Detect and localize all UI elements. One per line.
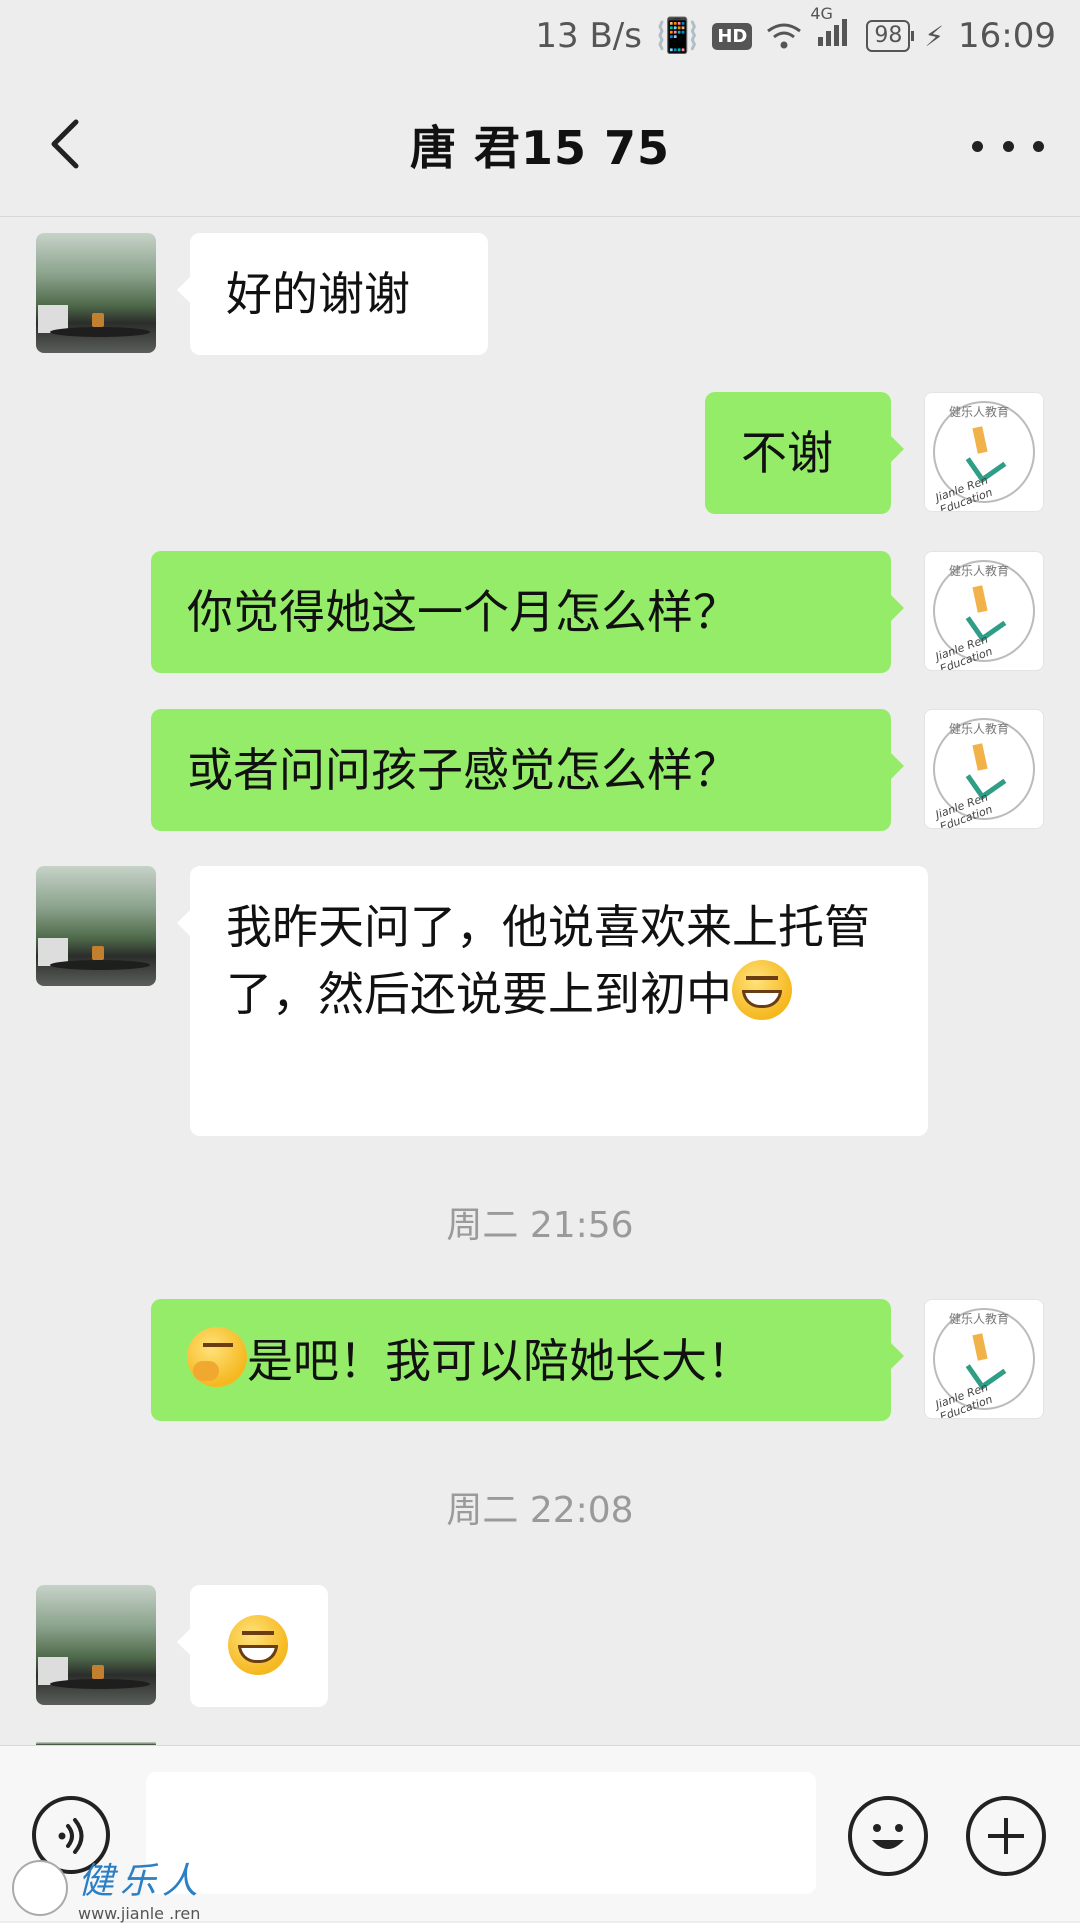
timestamp: 周二 21:56: [446, 1205, 634, 1246]
charging-icon: ⚡: [924, 19, 945, 53]
signal-icon: 4G: [810, 4, 852, 56]
wifi-icon: [767, 23, 802, 49]
message-bubble-outgoing[interactable]: 或者问问孩子感觉怎么样？: [151, 709, 904, 831]
message-text: 不谢: [741, 426, 833, 480]
message-bubble-incoming[interactable]: 好的谢谢: [177, 233, 488, 355]
my-avatar[interactable]: 健乐人教育 Jianle Ren Education: [924, 709, 1044, 829]
message-text: 或者问问孩子感觉怎么样？: [187, 743, 739, 797]
message-input[interactable]: [146, 1772, 816, 1894]
my-avatar[interactable]: 健乐人教育 Jianle Ren Education: [924, 1299, 1044, 1419]
message-bubble-outgoing[interactable]: 是吧！我可以陪她长大！: [151, 1299, 904, 1421]
hd-badge: HD: [712, 22, 753, 50]
timestamp: 周二 22:08: [446, 1490, 634, 1531]
contact-avatar[interactable]: [36, 866, 156, 986]
network-type: 4G: [810, 4, 833, 23]
grin-emoji-icon: [228, 1615, 288, 1675]
my-avatar[interactable]: 健乐人教育 Jianle Ren Education: [924, 551, 1044, 671]
contact-avatar[interactable]: [36, 1585, 156, 1705]
status-bar: 13 B/s 📳 HD 4G 98 ⚡ 16:09: [0, 0, 1080, 72]
watermark-name: 健乐人: [78, 1861, 205, 1902]
vibrate-icon: 📳: [655, 16, 699, 56]
message-bubble-incoming[interactable]: [177, 1585, 328, 1707]
chat-title: 唐 君15 75: [409, 121, 671, 175]
contact-avatar[interactable]: [36, 233, 156, 353]
grin-emoji-icon: [732, 960, 792, 1020]
battery-indicator: 98: [866, 20, 915, 52]
thinking-emoji-icon: [187, 1327, 247, 1387]
message-text: 是吧！我可以陪她长大！: [247, 1334, 753, 1388]
message-bubble-incoming[interactable]: 我昨天问了，他说喜欢来上托管了，然后还说要上到初中: [177, 866, 928, 1136]
network-speed: 13 B/s: [535, 16, 642, 56]
message-bubble-outgoing[interactable]: 不谢: [705, 392, 904, 514]
message-text: 你觉得她这一个月怎么样？: [187, 585, 739, 639]
plus-icon[interactable]: [966, 1796, 1046, 1876]
clock: 16:09: [958, 16, 1056, 56]
my-avatar[interactable]: 健乐人教育 Jianle Ren Education: [924, 392, 1044, 512]
more-dots-icon[interactable]: [972, 126, 1044, 166]
watermark: 健乐人 www.jianle .ren: [12, 1852, 204, 1923]
watermark-logo: [12, 1859, 68, 1916]
message-bubble-outgoing[interactable]: 你觉得她这一个月怎么样？: [151, 551, 904, 673]
smiley-icon[interactable]: [848, 1796, 928, 1876]
message-text: 好的谢谢: [226, 267, 410, 321]
chevron-left-icon[interactable]: [38, 114, 98, 174]
watermark-url: www.jianle .ren: [78, 1904, 201, 1923]
chat-header: 唐 君15 75: [0, 72, 1080, 217]
